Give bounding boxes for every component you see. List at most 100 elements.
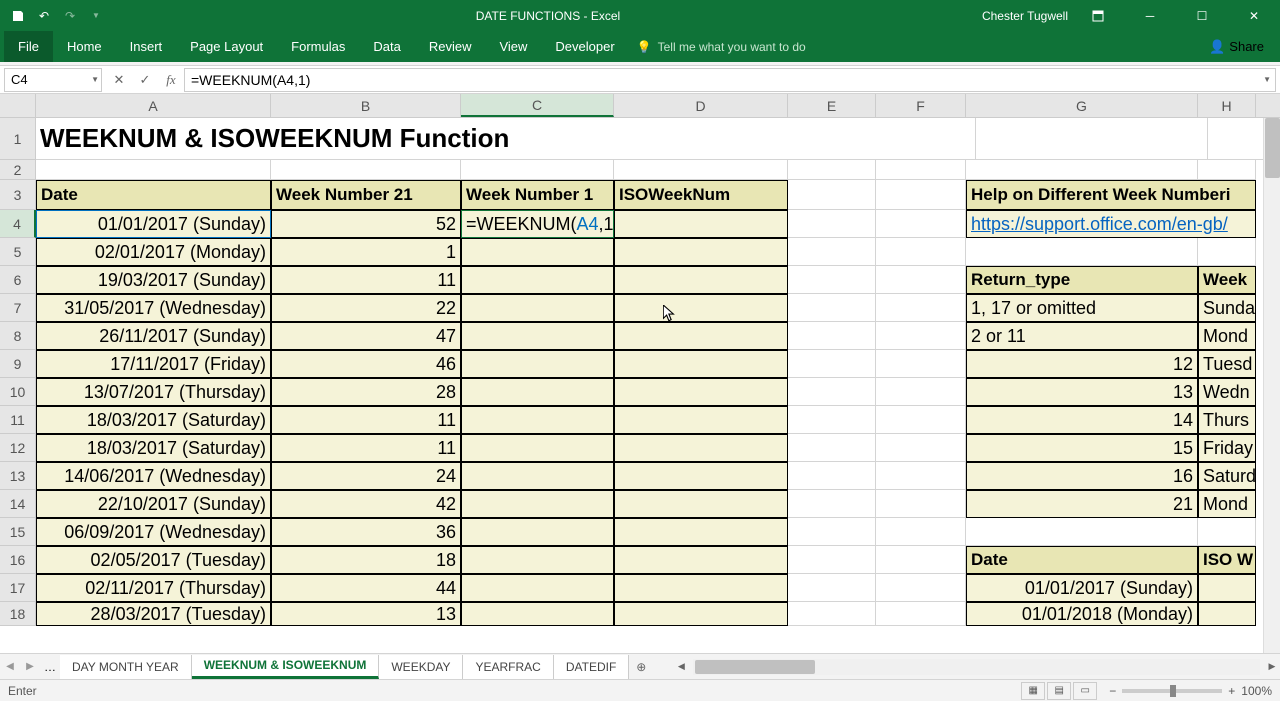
cell[interactable] [461,350,614,378]
cell[interactable]: 14 [966,406,1198,434]
zoom-in-icon[interactable]: + [1228,684,1235,698]
cell-a4[interactable]: 01/01/2017 (Sunday) [36,210,271,238]
cell[interactable] [271,160,461,180]
cell[interactable]: 13 [966,378,1198,406]
col-header-g[interactable]: G [966,94,1198,117]
col-header-c[interactable]: C [461,94,614,117]
row-header[interactable]: 2 [0,160,36,180]
cell[interactable]: 24 [271,462,461,490]
cell[interactable] [461,322,614,350]
cell[interactable]: Saturd [1198,462,1256,490]
sheet-tab[interactable]: DAY MONTH YEAR [60,655,192,679]
cell[interactable] [788,574,876,602]
view-normal-icon[interactable]: ▦ [1021,682,1045,700]
cell[interactable] [788,518,876,546]
cell[interactable]: Wedn [1198,378,1256,406]
hscroll-right-icon[interactable]: ▶ [1264,659,1280,675]
col-header-b[interactable]: B [271,94,461,117]
tab-nav-next-icon[interactable]: ▶ [20,661,40,672]
row-header[interactable]: 1 [0,118,36,160]
cell[interactable]: Tuesd [1198,350,1256,378]
qat-dropdown-icon[interactable]: ▼ [84,4,108,28]
close-icon[interactable]: ✕ [1232,0,1276,31]
cell[interactable] [1198,160,1256,180]
row-header[interactable]: 13 [0,462,36,490]
cell-c4-active[interactable]: =WEEKNUM(A4,1) [461,210,614,238]
cell[interactable] [461,434,614,462]
cell[interactable]: 02/11/2017 (Thursday) [36,574,271,602]
cell[interactable] [876,180,966,210]
zoom-slider[interactable] [1122,689,1222,693]
cell[interactable] [876,210,966,238]
cell[interactable]: 19/03/2017 (Sunday) [36,266,271,294]
cell[interactable] [1198,602,1256,626]
cell[interactable] [788,602,876,626]
col-header-e[interactable]: E [788,94,876,117]
cell[interactable] [788,160,876,180]
row-header[interactable]: 12 [0,434,36,462]
row-header[interactable]: 7 [0,294,36,322]
cell[interactable] [876,602,966,626]
row-header[interactable]: 4 [0,210,36,238]
formula-expand-icon[interactable]: ▼ [1263,75,1271,84]
cell[interactable] [788,546,876,574]
sheet-more-icon[interactable]: … [40,660,60,674]
help-week-header[interactable]: Week [1198,266,1256,294]
cell[interactable]: 11 [271,266,461,294]
col-header-h[interactable]: H [1198,94,1256,117]
cell[interactable]: 28/03/2017 (Tuesday) [36,602,271,626]
row-header[interactable]: 16 [0,546,36,574]
cell[interactable] [614,238,788,266]
cell[interactable] [614,322,788,350]
cell[interactable] [876,238,966,266]
col-header-d[interactable]: D [614,94,788,117]
cell[interactable] [788,238,876,266]
cell[interactable]: 02/01/2017 (Monday) [36,238,271,266]
cell[interactable] [966,160,1198,180]
cell[interactable] [876,266,966,294]
cell[interactable] [614,490,788,518]
tab-home[interactable]: Home [53,31,116,62]
cell[interactable] [461,602,614,626]
share-button[interactable]: 👤 Share [1209,39,1276,55]
cell[interactable]: 06/09/2017 (Wednesday) [36,518,271,546]
cell[interactable]: Sunda [1198,294,1256,322]
horizontal-scrollbar[interactable] [693,659,1260,675]
cell[interactable]: Mond [1198,490,1256,518]
tab-review[interactable]: Review [415,31,486,62]
cell[interactable] [788,294,876,322]
cell[interactable] [614,160,788,180]
sheet-tab-active[interactable]: WEEKNUM & ISOWEEKNUM [192,655,380,679]
cell[interactable] [1208,118,1266,160]
header-weeknum1[interactable]: Week Number 1 [461,180,614,210]
cell[interactable] [461,406,614,434]
cell[interactable]: 02/05/2017 (Tuesday) [36,546,271,574]
scrollbar-thumb[interactable] [1265,118,1280,178]
cell[interactable] [788,406,876,434]
help-rt-header[interactable]: Return_type [966,266,1198,294]
cell[interactable] [461,294,614,322]
cell[interactable]: 21 [966,490,1198,518]
col-header-f[interactable]: F [876,94,966,117]
cell[interactable]: 1, 17 or omitted [966,294,1198,322]
help-link[interactable]: https://support.office.com/en-gb/ [966,210,1256,238]
cell[interactable] [876,294,966,322]
sheet-tab[interactable]: YEARFRAC [463,655,553,679]
hscroll-left-icon[interactable]: ◀ [673,659,689,675]
title-cell[interactable]: WEEKNUM & ISOWEEKNUM Function [36,118,976,160]
cell[interactable]: 46 [271,350,461,378]
help-title[interactable]: Help on Different Week Numberi [966,180,1256,210]
undo-icon[interactable]: ↶ [32,4,56,28]
cell[interactable] [876,406,966,434]
formula-input[interactable]: =WEEKNUM(A4,1) ▼ [184,68,1276,92]
cell[interactable]: 1 [271,238,461,266]
cell[interactable] [788,350,876,378]
minimize-icon[interactable]: ─ [1128,0,1172,31]
cell[interactable]: 01/01/2017 (Sunday) [966,574,1198,602]
cell[interactable]: 11 [271,406,461,434]
maximize-icon[interactable]: ☐ [1180,0,1224,31]
fx-icon[interactable]: fx [158,68,184,92]
row-header[interactable]: 18 [0,602,36,626]
cell[interactable] [876,350,966,378]
tab-nav-prev-icon[interactable]: ◀ [0,661,20,672]
